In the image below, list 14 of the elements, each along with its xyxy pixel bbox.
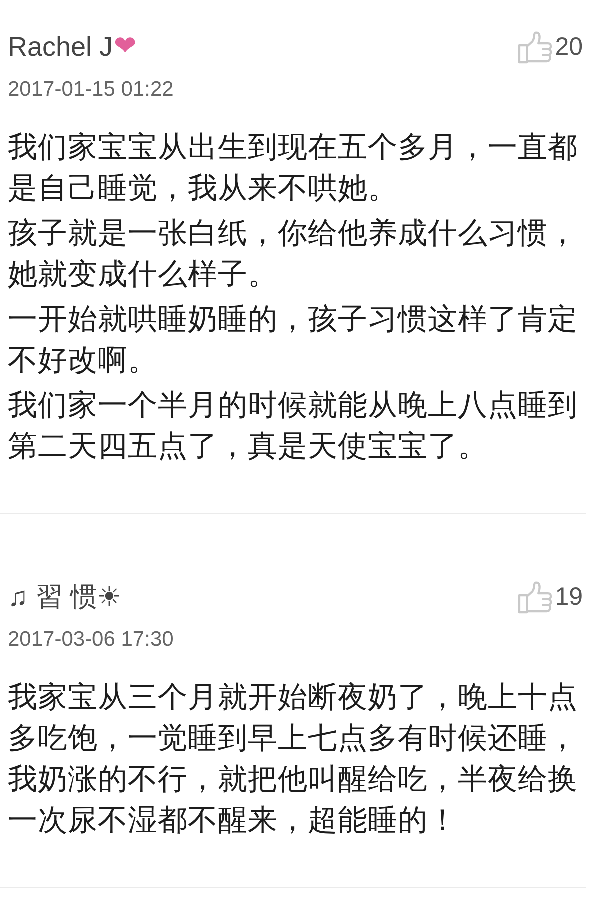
comment-text: 我们家一个半月的时候就能从晚上八点睡到第二天四五点了，真是天使宝宝了。	[8, 388, 579, 465]
comment-text: 一开始就哄睡奶睡的，孩子习惯这样了肯定不好改啊。	[8, 302, 579, 379]
author-name: ♫ 習 惯☀	[8, 581, 122, 613]
comment-date: 2017-03-06 17:30	[8, 627, 175, 653]
like-button[interactable]: 20	[518, 30, 583, 64]
author-name: Rachel J	[8, 31, 114, 63]
comment-text: 孩子就是一张白纸，你给他养成什么习惯，她就变成什么样子。	[8, 216, 579, 293]
like-button[interactable]: 19	[518, 580, 583, 614]
thumbs-up-icon	[518, 30, 554, 64]
thumbs-up-icon	[518, 580, 554, 614]
heart-icon: ❤	[114, 31, 137, 63]
comment-text: 我们家宝宝从出生到现在五个多月，一直都是自己睡觉，我从来不哄她。	[8, 130, 579, 207]
comment-text: 我家宝从三个月就开始断夜奶了，晚上十点多吃饱，一觉睡到早上七点多有时候还睡，我奶涨的不行，就把他叫醒给吃，半夜给换一次尿不湿都不醒来，超能睡的！	[8, 680, 579, 839]
comment-date: 2017-01-15 01:22	[8, 77, 175, 103]
